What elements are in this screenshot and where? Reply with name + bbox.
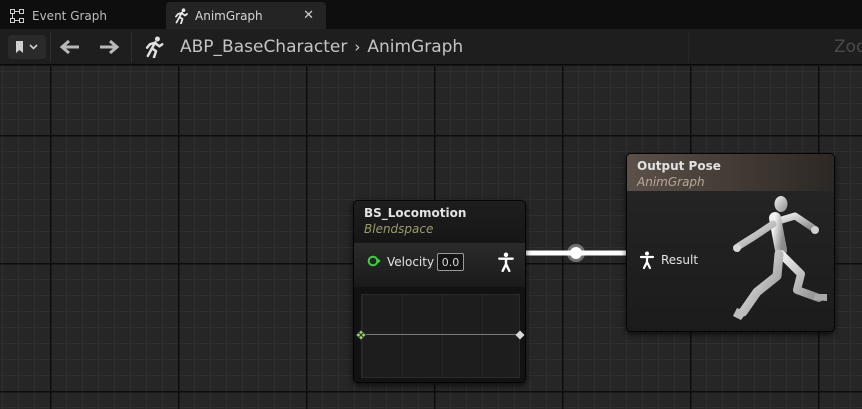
document-tab-bar: Event Graph AnimGraph ✕ (0, 0, 862, 30)
chevron-right-icon: › (354, 38, 361, 56)
arrow-left-icon (59, 39, 79, 55)
pose-input-pin-icon[interactable] (639, 250, 655, 270)
tab-label: AnimGraph (195, 8, 263, 23)
node-subtitle: Blendspace (364, 222, 434, 236)
node-pin-row: Velocity 0.0 (354, 243, 525, 287)
back-button[interactable] (58, 37, 82, 57)
arrow-right-icon (100, 39, 120, 55)
toolbar-divider (688, 32, 689, 62)
output-pose-node[interactable]: Output Pose AnimGraph Result (626, 153, 835, 332)
velocity-value-field[interactable]: 0.0 (437, 253, 464, 271)
breadcrumb: ABP_BaseCharacter › AnimGraph (180, 36, 463, 58)
tab-event-graph[interactable]: Event Graph (0, 2, 165, 29)
blendspace-axis-line (361, 334, 520, 335)
running-man-icon (173, 7, 189, 24)
result-pin-label: Result (661, 253, 699, 267)
event-graph-icon (10, 8, 26, 24)
node-header: BS_Locomotion Blendspace (354, 201, 525, 243)
velocity-pin-label: Velocity (387, 255, 435, 269)
forward-button[interactable] (97, 37, 121, 57)
node-header: Output Pose AnimGraph (627, 154, 834, 191)
graph-toolbar: ABP_BaseCharacter › AnimGraph Zoo (0, 29, 862, 65)
node-title: Output Pose (637, 159, 721, 173)
tab-anim-graph[interactable]: AnimGraph ✕ (166, 2, 326, 29)
toolbar-divider (50, 32, 51, 62)
pose-output-pin-icon[interactable] (497, 252, 515, 272)
blend-sample-point-icon[interactable] (515, 330, 525, 340)
breadcrumb-item-graph[interactable]: AnimGraph (367, 37, 463, 57)
graph-canvas[interactable]: BS_Locomotion Blendspace Velocity 0.0 Ou… (0, 66, 862, 409)
tab-label: Event Graph (32, 8, 107, 23)
blendspace-preview (361, 294, 520, 378)
breadcrumb-item-blueprint[interactable]: ABP_BaseCharacter (180, 37, 347, 57)
node-body: Result (627, 191, 834, 331)
running-man-icon (142, 36, 166, 59)
running-mannequin-icon (733, 196, 827, 320)
vector-pin-icon[interactable] (367, 255, 381, 267)
close-icon[interactable]: ✕ (303, 8, 314, 23)
zoom-indicator: Zoo (834, 37, 862, 57)
blendspace-node[interactable]: BS_Locomotion Blendspace Velocity 0.0 (353, 200, 526, 383)
bookmark-button[interactable] (8, 35, 46, 59)
blend-sample-point-icon[interactable] (355, 329, 367, 341)
toolbar-divider (131, 32, 132, 62)
node-title: BS_Locomotion (364, 206, 467, 220)
bookmark-icon (16, 41, 38, 53)
node-subtitle: AnimGraph (637, 175, 705, 189)
